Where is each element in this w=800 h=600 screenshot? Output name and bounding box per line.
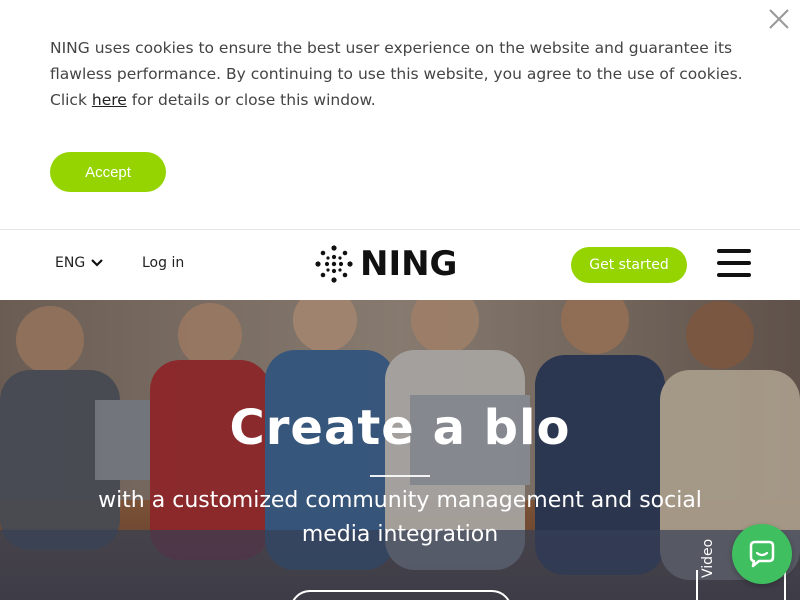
cookie-details-link[interactable]: here (92, 91, 127, 109)
chat-icon (749, 540, 775, 568)
hero-divider (370, 475, 430, 477)
hero-subtitle: with a customized community management a… (98, 488, 702, 547)
language-selector[interactable]: ENG (55, 255, 103, 271)
ning-logo-icon (315, 245, 353, 283)
hero-cta-button[interactable] (290, 590, 512, 600)
cookie-text-end: for details or close this window. (126, 91, 376, 109)
logo-wordmark: NING (360, 244, 458, 284)
cookie-banner: NING uses cookies to ensure the best use… (0, 0, 800, 230)
hero-section: Create a blo with a customized community… (0, 300, 800, 600)
get-started-button[interactable]: Get started (571, 247, 687, 283)
cookie-message: NING uses cookies to ensure the best use… (50, 35, 760, 113)
hamburger-menu-icon[interactable] (717, 249, 751, 277)
close-icon[interactable] (768, 8, 790, 30)
chat-button[interactable] (732, 524, 792, 584)
login-link[interactable]: Log in (142, 255, 184, 271)
language-label: ENG (55, 255, 86, 271)
ning-logo[interactable]: NING (314, 244, 457, 284)
site-header: ENG Log in NING Get started (0, 230, 800, 300)
hero-title: Create a blo (229, 400, 571, 456)
video-side-tab-label: Video (700, 538, 716, 578)
accept-cookies-button[interactable]: Accept (50, 152, 166, 192)
chevron-down-icon (91, 259, 103, 267)
menu-bar (717, 261, 751, 265)
menu-bar (717, 249, 751, 253)
menu-bar (717, 273, 751, 277)
